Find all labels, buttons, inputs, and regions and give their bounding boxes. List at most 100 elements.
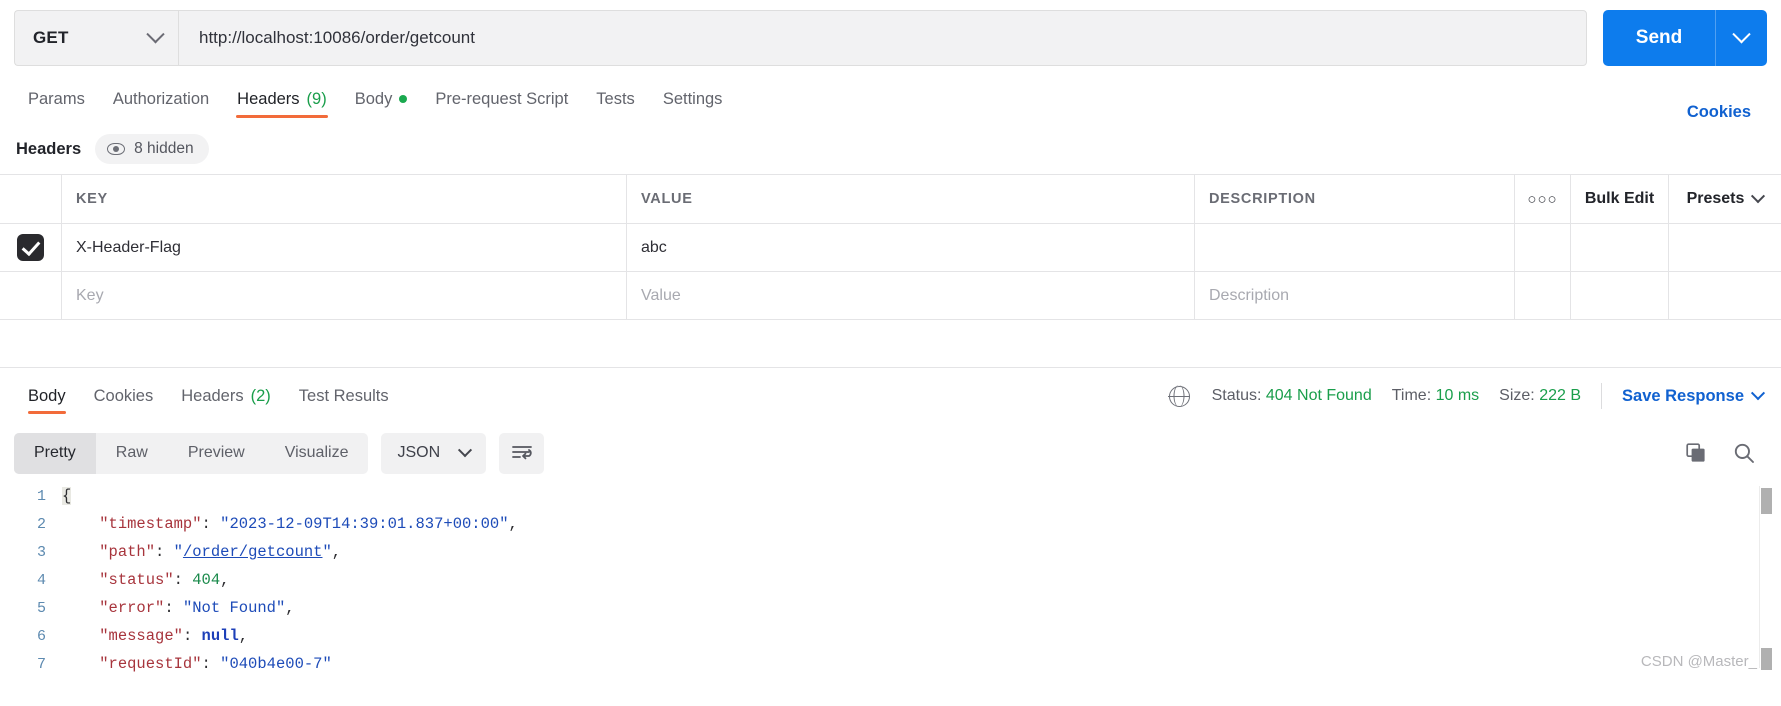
code-token: null bbox=[201, 627, 239, 645]
headers-subbar: Headers 8 hidden bbox=[0, 124, 1781, 174]
body-format-selector[interactable]: JSON bbox=[381, 432, 487, 474]
view-mode-raw[interactable]: Raw bbox=[96, 433, 168, 474]
tab-headers[interactable]: Headers (9) bbox=[223, 74, 341, 124]
header-key-input[interactable]: X-Header-Flag bbox=[62, 224, 627, 271]
row-checkbox-cell bbox=[0, 224, 62, 271]
more-options-button[interactable]: ○○○ bbox=[1515, 175, 1571, 223]
new-header-value-input[interactable]: Value bbox=[627, 272, 1195, 319]
view-mode-pretty[interactable]: Pretty bbox=[14, 432, 96, 474]
view-mode-preview[interactable]: Preview bbox=[168, 433, 265, 474]
tab-label: Settings bbox=[662, 89, 723, 108]
line-number: 1 bbox=[36, 487, 46, 505]
code-token: , bbox=[220, 571, 230, 589]
http-method-selector[interactable]: GET bbox=[14, 10, 178, 66]
body-modified-dot-icon bbox=[399, 95, 408, 103]
new-header-key-input[interactable]: Key bbox=[62, 272, 627, 319]
code-text: "message": null, bbox=[62, 627, 248, 645]
cookies-link[interactable]: Cookies bbox=[1687, 103, 1767, 124]
search-icon[interactable] bbox=[1733, 442, 1755, 464]
code-token: "error" bbox=[99, 599, 165, 617]
presets-label: Presets bbox=[1686, 190, 1745, 207]
code-token: "040b4e00-7" bbox=[220, 655, 332, 672]
tab-label: Headers bbox=[237, 89, 300, 108]
code-token: : bbox=[201, 655, 221, 672]
row-spacer bbox=[1669, 272, 1781, 319]
row-spacer bbox=[1571, 224, 1669, 271]
chevron-down-icon bbox=[1732, 24, 1751, 43]
pane-splitter[interactable] bbox=[0, 320, 1781, 368]
scrollbar-thumb[interactable] bbox=[1761, 488, 1772, 514]
tab-count: (2) bbox=[250, 386, 271, 405]
code-token: "message" bbox=[99, 627, 183, 645]
save-response-button[interactable]: Save Response bbox=[1622, 386, 1766, 406]
globe-icon[interactable] bbox=[1167, 385, 1191, 407]
response-tab-body[interactable]: Body bbox=[14, 368, 80, 424]
header-value-input[interactable]: abc bbox=[627, 224, 1195, 271]
body-toolbar-right bbox=[1685, 442, 1767, 464]
time-label: Time: bbox=[1391, 387, 1432, 404]
row-checkbox-cell bbox=[0, 272, 62, 319]
tab-tests[interactable]: Tests bbox=[582, 74, 649, 124]
tab-label: Headers bbox=[181, 386, 244, 405]
wrap-lines-icon bbox=[511, 446, 532, 460]
presets-button[interactable]: Presets bbox=[1669, 175, 1781, 223]
header-description-input[interactable] bbox=[1195, 224, 1515, 271]
send-button[interactable]: Send bbox=[1603, 10, 1715, 66]
row-spacer bbox=[1571, 272, 1669, 319]
copy-icon[interactable] bbox=[1685, 442, 1707, 464]
code-text: "requestId": "040b4e00-7" bbox=[62, 655, 332, 672]
response-tab-cookies[interactable]: Cookies bbox=[80, 368, 168, 424]
tab-authorization[interactable]: Authorization bbox=[99, 74, 223, 124]
tab-settings[interactable]: Settings bbox=[649, 74, 737, 124]
response-meta: Status: 404 Not Found Time: 10 ms Size: … bbox=[1167, 383, 1767, 409]
request-url-bar: GET http://localhost:10086/order/getcoun… bbox=[0, 0, 1781, 74]
url-input[interactable]: http://localhost:10086/order/getcount bbox=[178, 10, 1587, 66]
headers-section-label: Headers bbox=[16, 139, 82, 158]
select-all-cell bbox=[0, 175, 62, 223]
code-token: "status" bbox=[99, 571, 174, 589]
tab-params[interactable]: Params bbox=[14, 74, 99, 124]
chevron-down-icon bbox=[1750, 386, 1766, 401]
row-enabled-checkbox[interactable] bbox=[17, 234, 44, 261]
code-text: { bbox=[62, 487, 72, 505]
tab-label: Body bbox=[354, 89, 393, 108]
tab-label: Authorization bbox=[112, 89, 210, 108]
new-header-description-input[interactable]: Description bbox=[1195, 272, 1515, 319]
code-token: "2023-12-09T14:39:01.837+00:00" bbox=[220, 515, 509, 533]
wrap-lines-button[interactable] bbox=[499, 432, 545, 474]
line-number: 7 bbox=[36, 655, 46, 673]
code-token: , bbox=[331, 543, 342, 561]
tab-pre-request-script[interactable]: Pre-request Script bbox=[421, 74, 582, 124]
response-body-code[interactable]: 1{2 "timestamp": "2023-12-09T14:39:01.83… bbox=[0, 482, 1781, 672]
code-text: "error": "Not Found", bbox=[62, 599, 294, 617]
chevron-down-icon bbox=[1751, 189, 1766, 204]
body-format-label: JSON bbox=[397, 444, 441, 461]
code-token: " bbox=[173, 543, 183, 561]
code-line: 5 "error": "Not Found", bbox=[0, 594, 1781, 622]
scrollbar-thumb-lower[interactable] bbox=[1761, 648, 1772, 670]
chevron-down-icon bbox=[146, 24, 165, 43]
bulk-edit-button[interactable]: Bulk Edit bbox=[1571, 175, 1669, 223]
line-number: 4 bbox=[36, 571, 46, 589]
code-line: 1{ bbox=[0, 482, 1781, 510]
code-token[interactable]: /order/getcount bbox=[183, 543, 323, 561]
send-options-button[interactable] bbox=[1715, 10, 1767, 66]
tab-body[interactable]: Body bbox=[341, 74, 422, 124]
code-line: 7 "requestId": "040b4e00-7" bbox=[0, 650, 1781, 672]
code-token: "timestamp" bbox=[99, 515, 202, 533]
time-value: 10 ms bbox=[1435, 387, 1480, 404]
body-scrollbar[interactable] bbox=[1759, 486, 1772, 670]
active-tab-underline bbox=[236, 115, 328, 118]
response-tab-headers[interactable]: Headers (2) bbox=[167, 368, 285, 424]
row-spacer bbox=[1515, 272, 1571, 319]
response-tab-test-results[interactable]: Test Results bbox=[285, 368, 403, 424]
hidden-headers-count: 8 hidden bbox=[134, 140, 194, 157]
line-number: 5 bbox=[36, 599, 46, 617]
code-line: 4 "status": 404, bbox=[0, 566, 1781, 594]
row-spacer bbox=[1669, 224, 1781, 271]
tab-count: (9) bbox=[306, 89, 327, 108]
hidden-headers-toggle[interactable]: 8 hidden bbox=[95, 134, 209, 164]
view-mode-visualize[interactable]: Visualize bbox=[265, 433, 369, 474]
